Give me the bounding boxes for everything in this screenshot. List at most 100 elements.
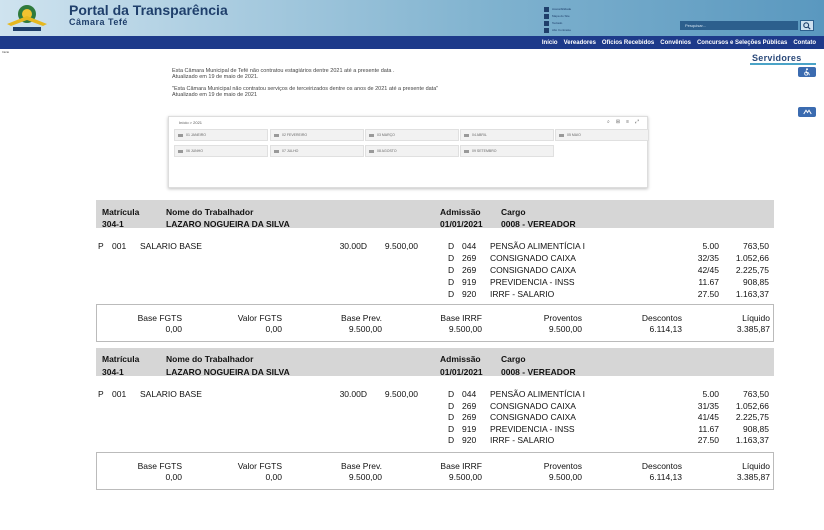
label-text: Líquido	[742, 313, 770, 323]
ref-text: 5.00	[702, 389, 719, 399]
list-view-icon[interactable]: ≡	[626, 119, 629, 125]
totals-box	[96, 452, 774, 490]
accessibility-icon	[544, 6, 549, 12]
label-cargo: Cargo	[501, 207, 526, 217]
label-text: Descontos	[641, 313, 682, 323]
value-text: 908,85	[743, 424, 769, 434]
desc-text: CONSIGNADO CAIXA	[490, 265, 576, 275]
keyboard-link[interactable]: Teclado	[544, 20, 664, 26]
0-text: 01 JANEIRO	[186, 133, 207, 137]
worker-name: LAZARO NOGUEIRA DA SILVA	[166, 219, 290, 229]
0-text: Acessibilidade	[552, 7, 572, 11]
7-text: 08 AGOSTO	[377, 149, 397, 153]
value-text: 9.500,00	[448, 324, 482, 334]
type-text: D	[448, 277, 455, 287]
folder-icon	[274, 149, 279, 153]
sign-language-button[interactable]	[798, 107, 816, 117]
1-text: 02 FEVEREIRO	[282, 133, 308, 137]
search-input[interactable]: Pesquisar...	[680, 21, 798, 30]
folder-item[interactable]: 05 MAIO	[555, 129, 649, 141]
value-text: 908,85	[743, 277, 769, 287]
value-text: 1.163,37	[735, 435, 769, 445]
matricula-value: 304-1	[102, 219, 124, 229]
code-text: 001	[112, 241, 127, 251]
value-text: 9.500,00	[384, 389, 418, 399]
folder-icon	[559, 133, 564, 137]
ref-text: 30.00D	[339, 241, 367, 251]
label-trabalhador: Nome do Trabalhador	[166, 207, 254, 217]
job-title: 0008 - VEREADOR	[501, 219, 576, 229]
type-text: D	[448, 435, 455, 445]
ref-text: 27.50	[697, 435, 719, 445]
desc-text: CONSIGNADO CAIXA	[490, 401, 576, 411]
breadcrumb[interactable]: Início	[2, 50, 9, 54]
3-text: 04 ABRIL	[472, 133, 487, 137]
nav-item-contato[interactable]: Contato	[793, 40, 816, 46]
1-text: Mapa do Site	[552, 14, 570, 18]
label-text: Líquido	[742, 461, 770, 471]
folder-item[interactable]: 02 FEVEREIRO	[270, 129, 364, 141]
code-text: 269	[462, 265, 477, 275]
nav-item-inicio[interactable]: Início	[542, 40, 558, 46]
accessibility-link[interactable]: Acessibilidade	[544, 6, 664, 12]
camara-logo-icon[interactable]	[3, 2, 51, 36]
contrast-icon	[544, 27, 549, 33]
folder-path[interactable]: Início > 2021	[179, 120, 202, 125]
ref-text: 42/45	[697, 265, 719, 275]
code-text: 269	[462, 401, 477, 411]
type-text: D	[448, 389, 455, 399]
sitemap-link[interactable]: Mapa do Site	[544, 13, 664, 19]
ref-text: 5.00	[702, 241, 719, 251]
section-title: Servidores	[752, 53, 802, 63]
type-text: D	[448, 412, 455, 422]
admission-date: 01/01/2021	[440, 219, 483, 229]
type-text: D	[448, 289, 455, 299]
accessibility-button[interactable]	[798, 67, 816, 77]
label-text: Valor FGTS	[237, 461, 282, 471]
site-header: Portal da Transparência Câmara Tefé Aces…	[0, 0, 824, 37]
browser-toolbar: ⌕ ⊞ ≡ ⤢	[607, 119, 639, 125]
expand-icon[interactable]: ⤢	[635, 119, 639, 125]
folder-icon	[274, 133, 279, 137]
code-text: 919	[462, 424, 477, 434]
nav-item-concursos[interactable]: Concursos e Seleções Públicas	[697, 40, 787, 46]
6-text: 07 JULHO	[282, 149, 299, 153]
8-text: 09 SETEMBRO	[472, 149, 497, 153]
desc-text: PENSÃO ALIMENTÍCIA I	[490, 389, 585, 399]
search-button[interactable]	[800, 20, 814, 31]
contrast-link[interactable]: Alto Contraste	[544, 27, 664, 33]
matricula-value: 304-1	[102, 367, 124, 377]
folder-item[interactable]: 09 SETEMBRO	[460, 145, 554, 157]
desc-text: PREVIDENCIA - INSS	[490, 424, 575, 434]
nav-item-convenios[interactable]: Convênios	[660, 40, 691, 46]
folder-item[interactable]: 08 AGOSTO	[365, 145, 459, 157]
search-icon[interactable]: ⌕	[607, 119, 610, 125]
code-text: 044	[462, 389, 477, 399]
line2-text: Atualizado em 19 de maio de 2021.	[172, 74, 259, 80]
site-title[interactable]: Portal da Transparência	[69, 2, 228, 18]
nav-item-oficios[interactable]: Ofícios Recebidos	[602, 40, 654, 46]
value-text: 763,50	[743, 241, 769, 251]
desc-text: CONSIGNADO CAIXA	[490, 253, 576, 263]
type-text: D	[448, 401, 455, 411]
label-text: Proventos	[543, 461, 582, 471]
3-text: Alto Contraste	[552, 28, 572, 32]
type-text: D	[448, 265, 455, 275]
folder-icon	[369, 133, 374, 137]
nav-item-vereadores[interactable]: Vereadores	[564, 40, 596, 46]
line2-text: Atualizado em 19 de maio de 2021	[172, 92, 258, 98]
type-text: D	[448, 424, 455, 434]
folder-icon	[369, 149, 374, 153]
document-browser: Início > 2021 ⌕ ⊞ ≡ ⤢ 01 JANEIRO 02 FEVE…	[168, 116, 649, 188]
value-text: 6.114,13	[649, 324, 682, 334]
label-text: Base Prev.	[341, 461, 382, 471]
grid-view-icon[interactable]: ⊞	[616, 119, 620, 125]
4-text: 05 MAIO	[567, 133, 581, 137]
ref-text: 11.67	[698, 277, 719, 287]
folder-item[interactable]: 03 MARÇO	[365, 129, 459, 141]
label-cargo: Cargo	[501, 354, 526, 364]
folder-item[interactable]: 06 JUNHO	[174, 145, 268, 157]
folder-item[interactable]: 01 JANEIRO	[174, 129, 268, 141]
folder-item[interactable]: 04 ABRIL	[460, 129, 554, 141]
folder-item[interactable]: 07 JULHO	[270, 145, 364, 157]
